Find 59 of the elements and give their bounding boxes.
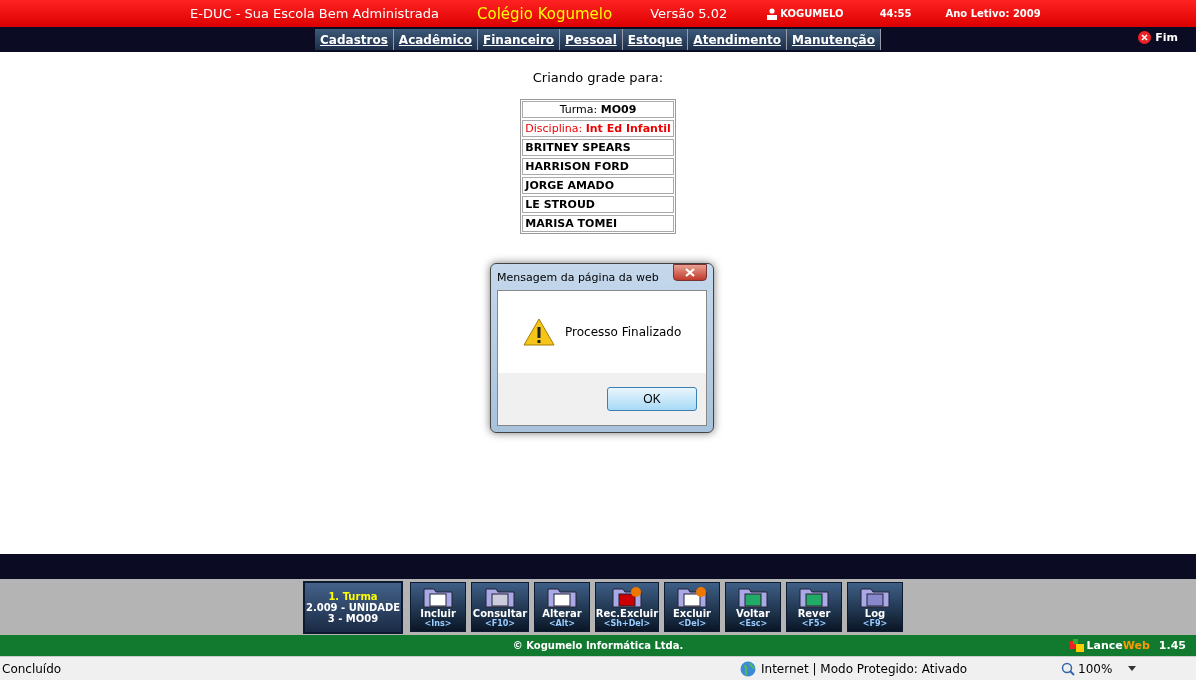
context-title: 1. Turma: [328, 590, 378, 602]
folder-icon: [860, 586, 890, 608]
context-line: 3 - MO09: [327, 612, 379, 624]
user-icon: [767, 7, 778, 20]
toolbar-button[interactable]: Alterar <Alt>: [534, 582, 590, 632]
warning-icon: [523, 318, 555, 346]
folder-icon: [738, 586, 768, 608]
brand-name: LanceWeb: [1086, 639, 1150, 652]
brand-version: 1.45: [1158, 639, 1186, 652]
user-name: KOGUMELO: [780, 8, 844, 19]
school-name: Colégio Kogumelo: [477, 4, 613, 23]
folder-icon: [423, 586, 453, 608]
menu-item[interactable]: Acadêmico: [393, 29, 479, 50]
toolbar-button[interactable]: Rever <F5>: [786, 582, 842, 632]
page-heading: Criando grade para:: [532, 70, 664, 85]
globe-icon: [740, 660, 756, 677]
student-cell: LE STROUD: [522, 196, 674, 213]
subject-cell: Disciplina: Int Ed Infantil: [522, 120, 674, 137]
menu-item[interactable]: Cadastros: [315, 29, 394, 50]
app-title: E-DUC - Sua Escola Bem Administrada: [190, 6, 439, 21]
toolbar-button[interactable]: Rec.Excluir <Sh+Del>: [595, 582, 659, 632]
toolbar-button[interactable]: Consultar <F10>: [471, 582, 529, 632]
zoom-level: 100%: [1078, 661, 1113, 676]
zone-text: Internet | Modo Protegido: Ativado: [761, 661, 969, 676]
student-cell: HARRISON FORD: [522, 158, 674, 175]
folder-icon: [677, 586, 707, 608]
folder-icon: [547, 586, 577, 608]
student-cell: BRITNEY SPEARS: [522, 139, 674, 156]
toolbar-button[interactable]: Incluir <Ins>: [410, 582, 466, 632]
folder-icon: [799, 586, 829, 608]
student-cell: JORGE AMADO: [522, 177, 674, 194]
dropdown-icon: [1128, 666, 1137, 671]
menu-item[interactable]: Pessoal: [560, 29, 623, 50]
toolbar-button[interactable]: Excluir <Del>: [664, 582, 720, 632]
context-line: 2.009 - UNIDADE: [305, 601, 401, 613]
dialog-title: Mensagem da página da web: [497, 270, 659, 284]
status-text: Concluído: [2, 661, 63, 676]
menu-item[interactable]: Financeiro: [478, 29, 561, 50]
logo-icon: [1069, 639, 1084, 652]
menu-item[interactable]: Manutenção: [786, 29, 881, 50]
menu-item[interactable]: Estoque: [622, 29, 689, 50]
dialog-message: Processo Finalizado: [565, 325, 682, 339]
school-year: Ano Letivo: 2009: [945, 8, 1041, 19]
student-cell: MARISA TOMEI: [522, 215, 674, 232]
version-label: Versão 5.02: [650, 6, 728, 21]
copyright-text: © Kogumelo Informática Ltda.: [512, 640, 684, 651]
zoom-icon: [1061, 661, 1075, 676]
close-icon: [1138, 31, 1152, 44]
ok-button[interactable]: OK: [607, 387, 697, 411]
toolbar-button[interactable]: Voltar <Esc>: [725, 582, 781, 632]
folder-icon: [612, 586, 642, 608]
toolbar-button[interactable]: Log <F9>: [847, 582, 903, 632]
menu-item[interactable]: Atendimento: [688, 29, 787, 50]
class-cell: Turma: MO09: [522, 101, 674, 118]
exit-button[interactable]: Fim: [1132, 30, 1184, 45]
folder-icon: [485, 586, 515, 608]
close-button[interactable]: [673, 264, 707, 281]
close-icon: [685, 268, 695, 277]
session-timer: 44:55: [879, 8, 912, 19]
